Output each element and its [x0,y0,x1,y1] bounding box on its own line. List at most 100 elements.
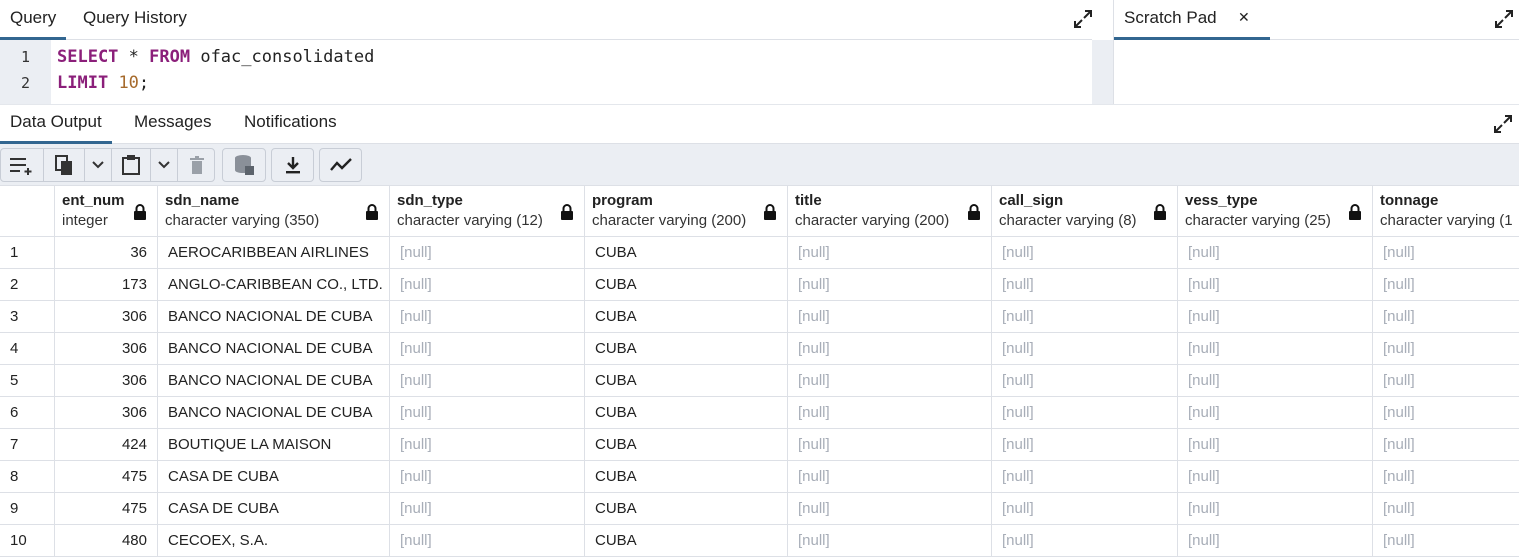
table-row[interactable]: 7 424 BOUTIQUE LA MAISON [null] CUBA [null] [n… [0,429,1519,461]
tab-notifications[interactable]: Notifications [234,104,347,144]
tab-query[interactable]: Query [0,0,67,40]
copy-button[interactable] [44,149,84,181]
table-cell-program[interactable]: CUBA [585,493,788,525]
table-cell-ent-num[interactable]: 306 [55,397,158,429]
expand-icon[interactable] [1494,9,1514,29]
table-cell-tonnage[interactable]: [null] [1373,493,1519,525]
table-row[interactable]: 4 306 BANCO NACIONAL DE CUBA [null] CUBA [nul… [0,333,1519,365]
table-cell-title[interactable]: [null] [788,237,992,269]
panel-splitter[interactable] [1092,40,1113,104]
tab-data-output[interactable]: Data Output [0,104,112,144]
table-row[interactable]: 5 306 BANCO NACIONAL DE CUBA [null] CUBA [nul… [0,365,1519,397]
table-cell-tonnage[interactable]: [null] [1373,397,1519,429]
table-cell-tonnage[interactable]: [null] [1373,461,1519,493]
table-cell-tonnage[interactable]: [null] [1373,237,1519,269]
table-cell-program[interactable]: CUBA [585,365,788,397]
table-cell-ent-num[interactable]: 480 [55,525,158,557]
table-cell-call-sign[interactable]: [null] [992,269,1178,301]
expand-icon[interactable] [1073,9,1093,29]
row-number[interactable]: 1 [0,237,55,269]
table-cell-title[interactable]: [null] [788,269,992,301]
table-cell-program[interactable]: CUBA [585,525,788,557]
table-cell-sdn-name[interactable]: ANGLO-CARIBBEAN CO., LTD. [158,269,390,301]
table-cell-ent-num[interactable]: 306 [55,365,158,397]
column-header-program[interactable]: program character varying (200) [585,186,788,237]
column-header-sdn-name[interactable]: sdn_name character varying (350) [158,186,390,237]
copy-options-dropdown[interactable] [85,149,111,181]
table-cell-tonnage[interactable]: [null] [1373,333,1519,365]
table-cell-call-sign[interactable]: [null] [992,525,1178,557]
table-cell-ent-num[interactable]: 173 [55,269,158,301]
row-number[interactable]: 8 [0,461,55,493]
row-number[interactable]: 10 [0,525,55,557]
row-number[interactable]: 3 [0,301,55,333]
table-cell-sdn-name[interactable]: BANCO NACIONAL DE CUBA [158,333,390,365]
row-number[interactable]: 4 [0,333,55,365]
table-cell-vess-type[interactable]: [null] [1178,301,1373,333]
table-cell-vess-type[interactable]: [null] [1178,397,1373,429]
table-cell-ent-num[interactable]: 475 [55,461,158,493]
table-row[interactable]: 10 480 CECOEX, S.A. [null] CUBA [null] [null][… [0,525,1519,557]
column-header-ent-num[interactable]: ent_num integer [55,186,158,237]
table-cell-call-sign[interactable]: [null] [992,429,1178,461]
table-cell-program[interactable]: CUBA [585,301,788,333]
table-cell-sdn-type[interactable]: [null] [390,237,585,269]
column-header-call-sign[interactable]: call_sign character varying (8) [992,186,1178,237]
table-row[interactable]: 3 306 BANCO NACIONAL DE CUBA [null] CUBA [nul… [0,301,1519,333]
table-cell-call-sign[interactable]: [null] [992,461,1178,493]
table-cell-sdn-name[interactable]: CASA DE CUBA [158,461,390,493]
table-cell-sdn-name[interactable]: BOUTIQUE LA MAISON [158,429,390,461]
table-row[interactable]: 6 306 BANCO NACIONAL DE CUBA [null] CUBA [nul… [0,397,1519,429]
table-cell-call-sign[interactable]: [null] [992,493,1178,525]
table-cell-sdn-type[interactable]: [null] [390,429,585,461]
table-cell-sdn-name[interactable]: BANCO NACIONAL DE CUBA [158,397,390,429]
download-button[interactable] [272,149,313,181]
table-cell-program[interactable]: CUBA [585,333,788,365]
row-number-header[interactable] [0,186,55,237]
table-cell-sdn-type[interactable]: [null] [390,461,585,493]
row-number[interactable]: 7 [0,429,55,461]
table-row[interactable]: 9 475 CASA DE CUBA [null] CUBA [null] [null] [n… [0,493,1519,525]
table-cell-sdn-name[interactable]: BANCO NACIONAL DE CUBA [158,365,390,397]
table-cell-program[interactable]: CUBA [585,269,788,301]
table-cell-sdn-type[interactable]: [null] [390,269,585,301]
table-cell-program[interactable]: CUBA [585,397,788,429]
sql-editor[interactable]: 1 2 SELECT * FROM ofac_consolidated LIMI… [0,40,1092,104]
table-cell-ent-num[interactable]: 475 [55,493,158,525]
tab-messages[interactable]: Messages [124,104,221,144]
table-cell-title[interactable]: [null] [788,461,992,493]
table-cell-ent-num[interactable]: 36 [55,237,158,269]
table-cell-call-sign[interactable]: [null] [992,301,1178,333]
table-cell-title[interactable]: [null] [788,333,992,365]
delete-button[interactable] [178,149,215,181]
column-header-sdn-type[interactable]: sdn_type character varying (12) [390,186,585,237]
column-header-vess-type[interactable]: vess_type character varying (25) [1178,186,1373,237]
table-cell-title[interactable]: [null] [788,301,992,333]
table-cell-sdn-name[interactable]: CECOEX, S.A. [158,525,390,557]
table-cell-ent-num[interactable]: 306 [55,301,158,333]
table-cell-program[interactable]: CUBA [585,429,788,461]
table-cell-sdn-type[interactable]: [null] [390,525,585,557]
table-cell-vess-type[interactable]: [null] [1178,365,1373,397]
table-cell-ent-num[interactable]: 306 [55,333,158,365]
table-cell-vess-type[interactable]: [null] [1178,237,1373,269]
row-number[interactable]: 2 [0,269,55,301]
table-cell-tonnage[interactable]: [null] [1373,301,1519,333]
table-cell-title[interactable]: [null] [788,525,992,557]
table-cell-call-sign[interactable]: [null] [992,397,1178,429]
row-number[interactable]: 6 [0,397,55,429]
column-header-tonnage[interactable]: tonnage character varying (1 [1373,186,1519,237]
table-row[interactable]: 8 475 CASA DE CUBA [null] CUBA [null] [null] [n… [0,461,1519,493]
code-line-1[interactable]: SELECT * FROM ofac_consolidated [57,47,374,67]
table-cell-tonnage[interactable]: [null] [1373,269,1519,301]
table-cell-sdn-type[interactable]: [null] [390,301,585,333]
table-cell-sdn-type[interactable]: [null] [390,397,585,429]
paste-options-dropdown[interactable] [151,149,177,181]
table-cell-program[interactable]: CUBA [585,237,788,269]
table-cell-call-sign[interactable]: [null] [992,333,1178,365]
table-cell-title[interactable]: [null] [788,429,992,461]
table-cell-vess-type[interactable]: [null] [1178,269,1373,301]
table-cell-sdn-type[interactable]: [null] [390,333,585,365]
table-cell-sdn-name[interactable]: CASA DE CUBA [158,493,390,525]
tab-query-history[interactable]: Query History [73,0,197,40]
